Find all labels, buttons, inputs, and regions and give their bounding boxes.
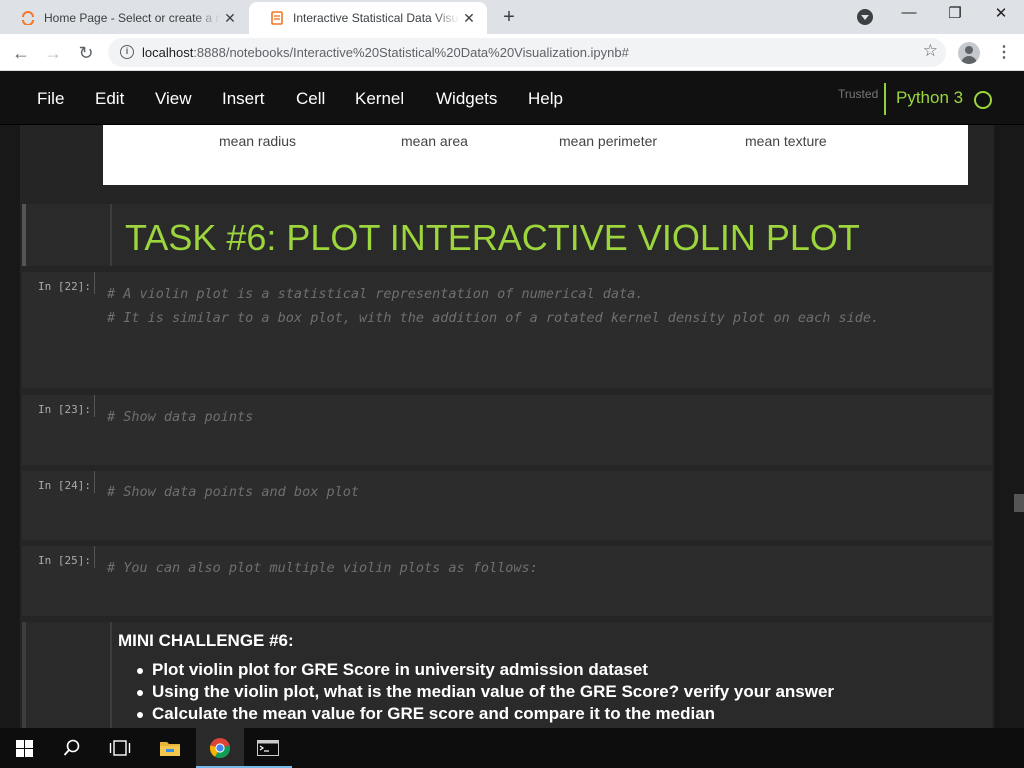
url-field[interactable]: i localhost:8888/notebooks/Interactive%2… [108, 38, 946, 67]
code-cell[interactable]: In [25]: # You can also plot multiple vi… [22, 546, 992, 616]
prompt-divider [94, 395, 95, 417]
new-tab-icon[interactable]: + [497, 6, 521, 29]
tab-title: Interactive Statistical Data Visualizati… [293, 11, 459, 25]
prompt-divider [94, 471, 95, 493]
profile-avatar-icon[interactable] [958, 42, 980, 64]
cell-rule [110, 622, 112, 728]
task-heading: TASK #6: PLOT INTERACTIVE VIOLIN PLOT [125, 217, 860, 258]
url-host: localhost [142, 45, 194, 60]
code-cell[interactable]: In [23]: # Show data points [22, 395, 992, 465]
cell-prompt: In [25]: [38, 554, 91, 567]
cell-prompt: In [24]: [38, 479, 91, 492]
jupyter-menubar: File Edit View Insert Cell Kernel Widget… [0, 72, 1024, 125]
notebook-favicon-icon [269, 10, 285, 26]
trusted-indicator[interactable]: Trusted [838, 87, 878, 101]
kernel-idle-icon [974, 91, 992, 109]
bookmark-star-icon[interactable]: ☆ [923, 41, 938, 61]
tab-close-icon[interactable]: ✕ [220, 10, 240, 27]
code-line: # Show data points and box plot [107, 484, 359, 500]
cell-edge [22, 622, 26, 728]
menu-widgets[interactable]: Widgets [436, 89, 497, 109]
list-item: Using the violin plot, what is the media… [136, 682, 834, 704]
menu-file[interactable]: File [37, 89, 64, 109]
list-item: Calculate the mean value for GRE score a… [136, 704, 834, 726]
prompt-divider [94, 272, 95, 294]
tab-search-icon[interactable] [857, 9, 873, 25]
code-line: # You can also plot multiple violin plot… [107, 560, 538, 576]
code-line: # A violin plot is a statistical represe… [107, 286, 644, 302]
cell-prompt: In [23]: [38, 403, 91, 416]
browser-tab-strip: Home Page - Select or create a notebook … [0, 0, 1024, 34]
menu-view[interactable]: View [155, 89, 192, 109]
tab-close-icon[interactable]: ✕ [459, 10, 479, 27]
code-cell[interactable]: In [22]: # A violin plot is a statistica… [22, 272, 992, 388]
plot-label: mean perimeter [559, 133, 658, 149]
search-icon[interactable] [48, 728, 96, 768]
code-line: # It is similar to a box plot, with the … [107, 310, 880, 326]
window-close-icon[interactable]: ✕ [981, 4, 1021, 28]
terminal-icon[interactable] [244, 728, 292, 768]
menu-insert[interactable]: Insert [222, 89, 265, 109]
tab-notebook[interactable]: Interactive Statistical Data Visualizati… [249, 2, 487, 34]
url-text: localhost:8888/notebooks/Interactive%20S… [142, 45, 629, 60]
cell-prompt: In [22]: [38, 280, 91, 293]
file-explorer-icon[interactable] [146, 728, 194, 768]
menu-kernel[interactable]: Kernel [355, 89, 404, 109]
restore-icon[interactable]: ❐ [935, 4, 975, 28]
cell-rule [110, 204, 112, 266]
code-cell[interactable]: In [24]: # Show data points and box plot [22, 471, 992, 540]
kernel-divider [884, 83, 886, 115]
browser-menu-icon[interactable]: ⋮ [996, 42, 1012, 64]
scrollbar-thumb[interactable] [1014, 494, 1024, 512]
task-view-icon[interactable] [96, 728, 144, 768]
menu-edit[interactable]: Edit [95, 89, 124, 109]
menu-help[interactable]: Help [528, 89, 563, 109]
url-path: :8888/notebooks/Interactive%20Statistica… [193, 45, 629, 60]
cell-edge [22, 204, 26, 266]
code-line: # Show data points [107, 409, 254, 425]
taskbar [0, 728, 1024, 768]
back-icon[interactable]: ← [9, 41, 33, 65]
plot-label: mean radius [219, 133, 297, 149]
windows-start-icon[interactable] [0, 728, 48, 768]
site-info-icon[interactable]: i [120, 45, 134, 59]
jupyter-favicon-icon [20, 10, 36, 26]
prompt-divider [94, 546, 95, 568]
reload-icon[interactable]: ↻ [74, 41, 98, 65]
plot-label: mean texture [745, 133, 827, 149]
chrome-icon[interactable] [196, 728, 244, 768]
plot-label: mean area [401, 133, 468, 149]
tab-title: Home Page - Select or create a notebook [44, 11, 220, 25]
address-bar: ← → ↻ i localhost:8888/notebooks/Interac… [0, 34, 1024, 71]
minimize-icon[interactable]: — [889, 4, 929, 28]
challenge-list: Plot violin plot for GRE Score in univer… [136, 660, 834, 726]
forward-icon[interactable]: → [41, 41, 65, 65]
kernel-name[interactable]: Python 3 [896, 88, 963, 108]
challenge-title: MINI CHALLENGE #6: [118, 631, 294, 650]
plot-output: mean radius mean area mean perimeter mea… [103, 125, 968, 185]
list-item: Plot violin plot for GRE Score in univer… [136, 660, 834, 682]
notebook-area: mean radius mean area mean perimeter mea… [0, 125, 1024, 728]
menu-cell[interactable]: Cell [296, 89, 325, 109]
tab-home-page[interactable]: Home Page - Select or create a notebook … [0, 2, 248, 34]
